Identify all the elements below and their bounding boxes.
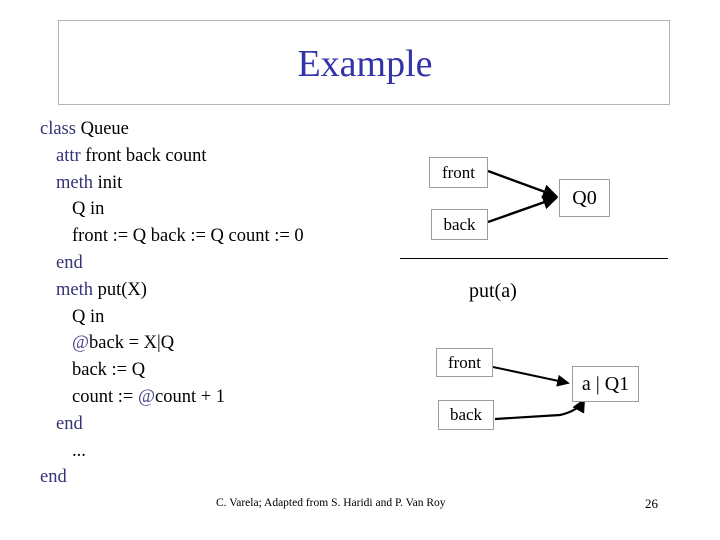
code-line: meth init (40, 170, 400, 197)
operation-label: put(a) (469, 280, 517, 302)
at-sigil: @ (137, 386, 155, 407)
node-label: front (447, 352, 482, 372)
code-line: meth put(X) (40, 277, 400, 304)
arrow-back-to-q0 (487, 195, 559, 224)
code-line: Q in (40, 304, 400, 331)
code-line: class Queue (40, 116, 400, 143)
code-text: back := Q (72, 360, 146, 381)
slide-canvas: Example class Queue attr front back coun… (0, 0, 720, 540)
footer-credit: C. Varela; Adapted from S. Haridi and P.… (216, 497, 446, 509)
code-keyword: end (40, 467, 67, 488)
section-divider (400, 258, 668, 259)
node-q0: Q0 (559, 179, 610, 217)
arrow-front-to-aq1 (492, 366, 570, 387)
node-aq1: a | Q1 (572, 366, 639, 402)
code-text: front back count (80, 145, 207, 166)
code-text: back = X|Q (89, 333, 175, 354)
code-keyword: end (56, 413, 83, 434)
code-line: count := @count + 1 (40, 384, 400, 411)
node-label: a | Q1 (581, 372, 630, 395)
node-front-top: front (429, 157, 488, 188)
code-text: Q in (72, 306, 105, 327)
code-line: end (40, 250, 400, 277)
node-label: front (441, 162, 476, 182)
code-text: front := Q back := Q count := 0 (72, 226, 304, 247)
code-line: end (40, 411, 400, 438)
node-label: Q0 (572, 186, 597, 209)
code-text: count := (72, 386, 138, 407)
code-line: @back = X|Q (40, 330, 400, 357)
code-keyword: attr (56, 145, 81, 166)
node-front-bottom: front (436, 348, 493, 377)
code-keyword: class (40, 119, 76, 139)
code-text: Queue (75, 119, 129, 139)
node-back-top: back (431, 209, 488, 240)
footer-page-number: 26 (645, 496, 658, 511)
code-text: Q in (72, 199, 105, 220)
code-line: front := Q back := Q count := 0 (40, 223, 400, 250)
arrow-back-to-aq1 (494, 398, 586, 421)
node-label: back (449, 405, 483, 424)
code-line: attr front back count (40, 143, 400, 170)
at-sigil: @ (72, 333, 90, 354)
code-keyword: end (56, 252, 83, 273)
code-text: init (93, 172, 123, 193)
title-placeholder: Example (58, 20, 670, 105)
code-listing: class Queue attr front back count meth i… (40, 116, 400, 491)
arrow-front-to-q0 (487, 169, 559, 199)
page-title: Example (297, 42, 433, 85)
code-text: put(X) (93, 279, 147, 300)
code-line: ... (40, 438, 400, 465)
code-text: ... (72, 440, 86, 461)
code-line: back := Q (40, 357, 400, 384)
node-back-bottom: back (438, 400, 494, 430)
code-keyword: meth (56, 172, 93, 193)
code-line: Q in (40, 196, 400, 223)
code-line: end (40, 464, 400, 491)
code-keyword: meth (56, 279, 93, 300)
node-label: back (443, 214, 476, 234)
code-text: count + 1 (154, 386, 226, 407)
